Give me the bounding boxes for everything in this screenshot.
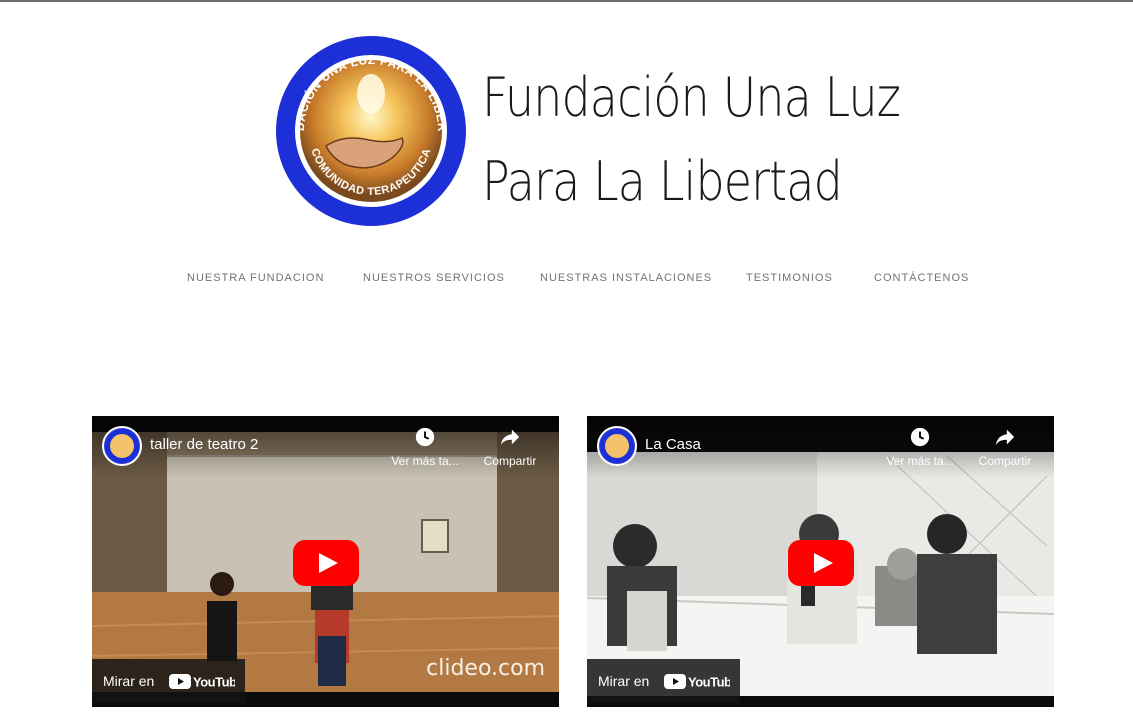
- watch-on-label: Mirar en: [103, 673, 155, 689]
- site-title-line1: Fundación Una Luz: [482, 66, 901, 129]
- clock-icon: [910, 427, 930, 447]
- share-label: Compartir: [978, 454, 1032, 468]
- top-border: [0, 0, 1133, 2]
- share-icon: [995, 429, 1015, 446]
- watch-on-youtube-button[interactable]: Mirar en YouTube: [587, 659, 740, 703]
- share-button[interactable]: Compartir: [470, 426, 550, 468]
- watch-later-button[interactable]: Ver más ta...: [385, 426, 465, 468]
- foundation-logo[interactable]: FUNDACIÓN UNA LUZ PARA LA LIBERTAD COMUN…: [274, 34, 468, 228]
- play-icon[interactable]: [788, 540, 854, 586]
- youtube-wordmark: YouTube: [688, 675, 730, 690]
- watch-later-label: Ver más ta...: [391, 454, 459, 468]
- video-embed-taller-de-teatro[interactable]: taller de teatro 2 Ver más ta... Compart…: [92, 416, 559, 707]
- clock-icon: [415, 427, 435, 447]
- video-title[interactable]: taller de teatro 2: [150, 436, 258, 453]
- nav-item-nuestras-instalaciones[interactable]: NUESTRAS INSTALACIONES: [540, 272, 712, 284]
- watch-on-youtube-button[interactable]: Mirar en YouTube: [92, 659, 245, 703]
- video-embed-la-casa[interactable]: La Casa Ver más ta... Compartir Mirar en…: [587, 416, 1054, 707]
- youtube-logo-icon: YouTube: [664, 674, 730, 690]
- watch-later-label: Ver más ta...: [886, 454, 954, 468]
- site-title[interactable]: Fundación Una Luz Para La Libertad: [482, 56, 901, 224]
- site-title-line2: Para La Libertad: [482, 150, 843, 213]
- youtube-wordmark: YouTube: [193, 675, 235, 690]
- share-icon: [500, 429, 520, 446]
- video-title[interactable]: La Casa: [645, 436, 701, 453]
- channel-logo-icon: [600, 429, 634, 463]
- watch-on-label: Mirar en: [598, 673, 650, 689]
- play-icon[interactable]: [293, 540, 359, 586]
- channel-avatar[interactable]: [597, 426, 637, 466]
- site-header: FUNDACIÓN UNA LUZ PARA LA LIBERTAD COMUN…: [274, 34, 901, 228]
- nav-item-nuestros-servicios[interactable]: NUESTROS SERVICIOS: [363, 272, 505, 284]
- channel-logo-icon: [105, 429, 139, 463]
- youtube-logo-icon: YouTube: [169, 674, 235, 690]
- nav-item-contactenos[interactable]: CONTÁCTENOS: [874, 272, 969, 284]
- watch-later-button[interactable]: Ver más ta...: [880, 426, 960, 468]
- channel-avatar[interactable]: [102, 426, 142, 466]
- share-label: Compartir: [483, 454, 537, 468]
- nav-item-testimonios[interactable]: TESTIMONIOS: [746, 272, 833, 284]
- video-watermark: clideo.com: [426, 656, 545, 681]
- nav-item-nuestra-fundacion[interactable]: NUESTRA FUNDACION: [187, 272, 324, 284]
- main-nav: NUESTRA FUNDACION NUESTROS SERVICIOS NUE…: [0, 272, 1133, 290]
- share-button[interactable]: Compartir: [965, 426, 1045, 468]
